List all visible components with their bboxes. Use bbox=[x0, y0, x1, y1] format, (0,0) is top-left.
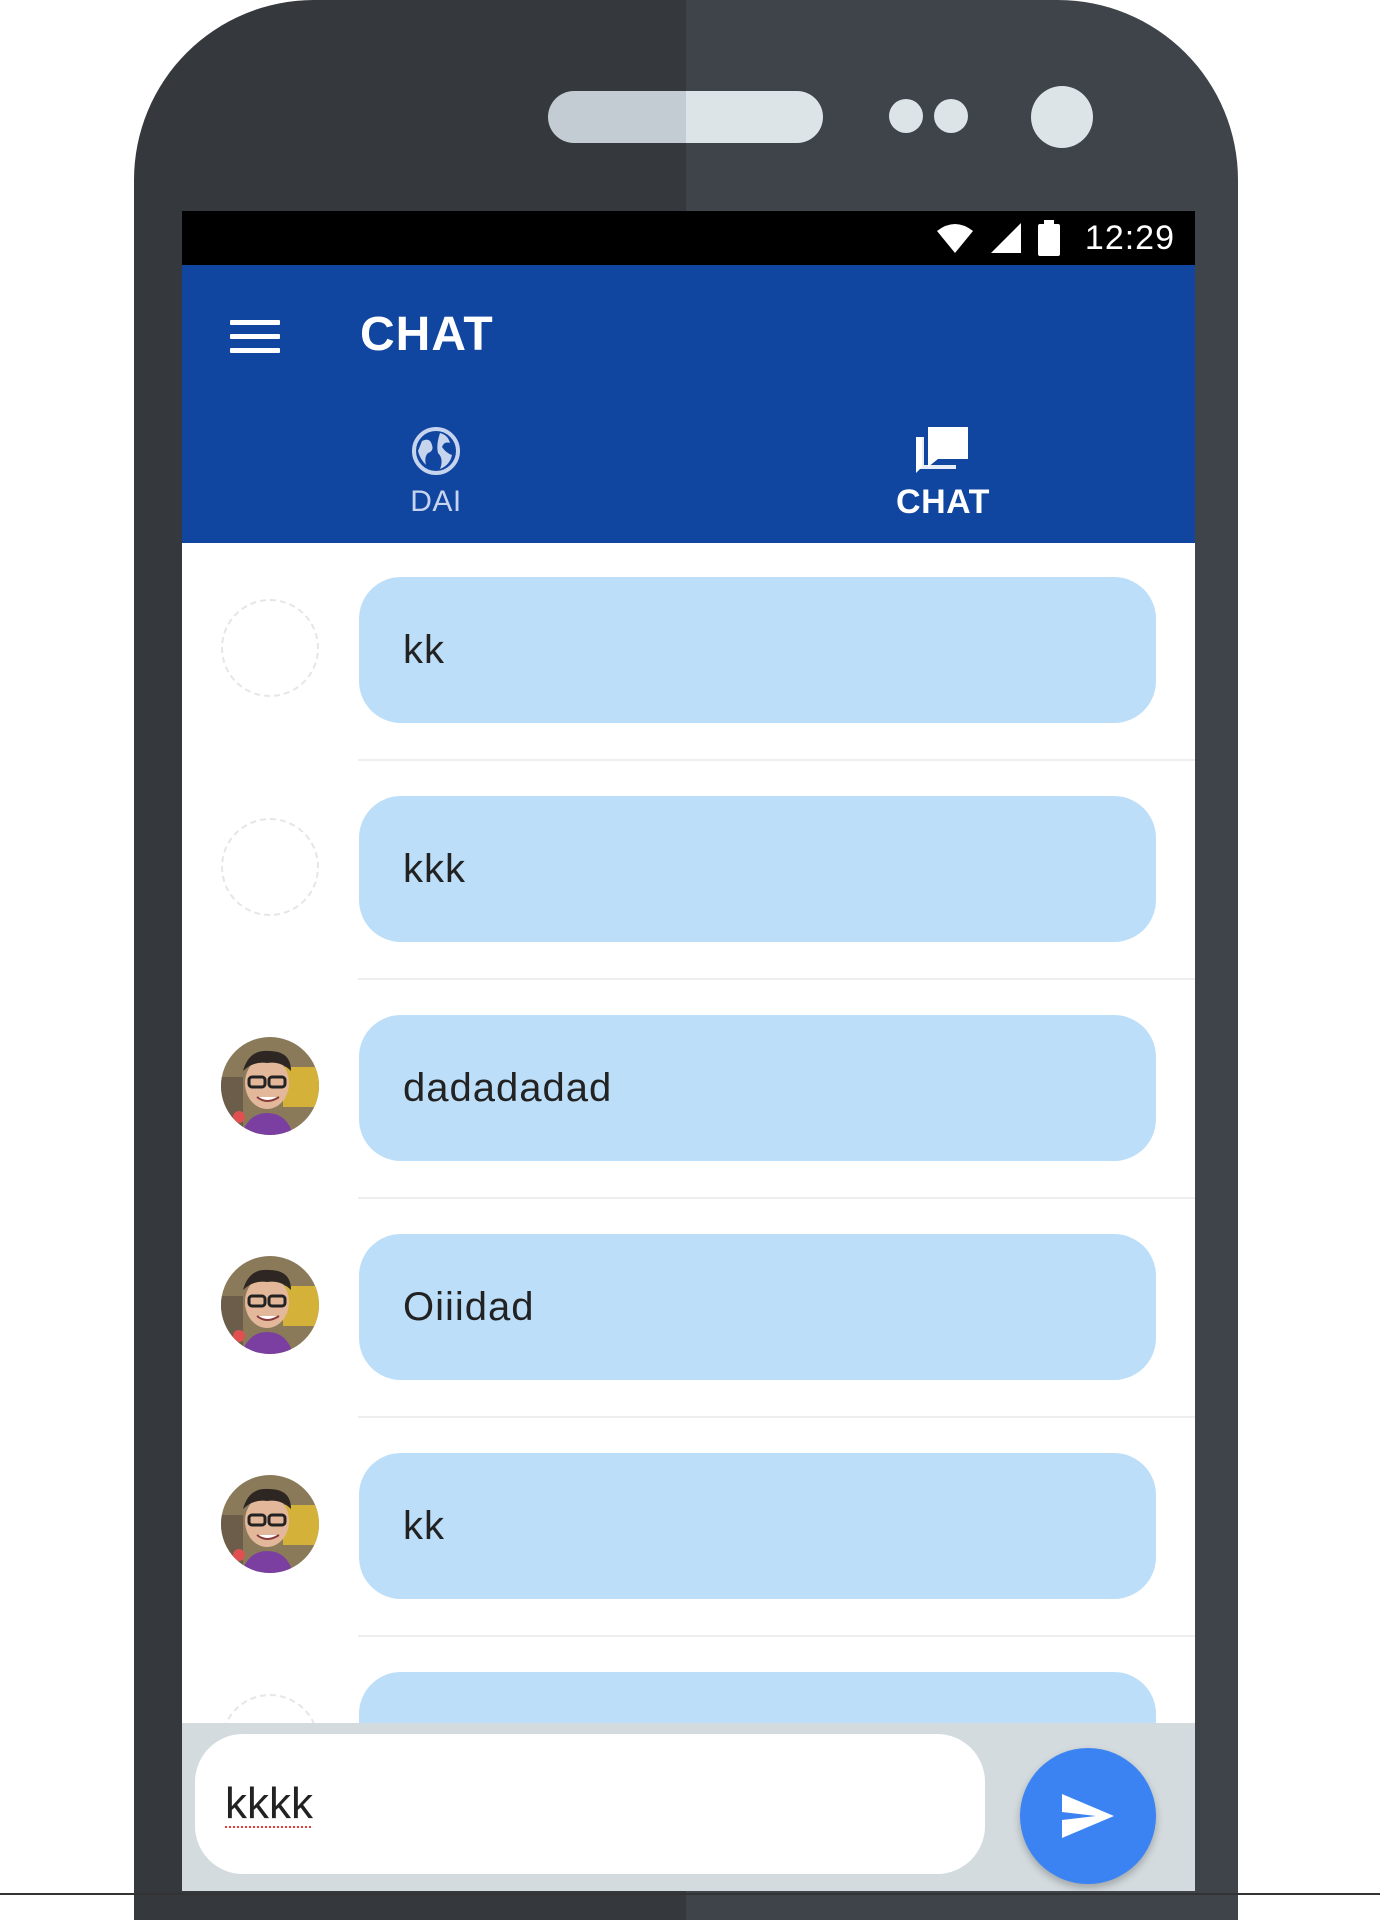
send-icon bbox=[1062, 1794, 1114, 1838]
message-bubble[interactable] bbox=[359, 1672, 1156, 1723]
app-screen: 12:29 CHAT DAI CHAT kk kkk dadadadad Oii… bbox=[182, 211, 1195, 1891]
message-input[interactable] bbox=[195, 1734, 985, 1874]
divider bbox=[358, 1635, 1195, 1637]
message-composer bbox=[182, 1723, 1195, 1891]
signal-icon bbox=[990, 223, 1021, 253]
list-item: kkk bbox=[182, 762, 1195, 980]
app-bar: CHAT DAI CHAT bbox=[182, 265, 1195, 543]
list-item: kk bbox=[182, 1419, 1195, 1637]
page-title: CHAT bbox=[360, 308, 494, 361]
tab-dai-label: DAI bbox=[410, 485, 462, 518]
list-item: kk bbox=[182, 543, 1195, 761]
message-bubble[interactable]: kk bbox=[359, 577, 1156, 723]
message-bubble[interactable]: Oiiidad bbox=[359, 1234, 1156, 1380]
hamburger-menu-icon[interactable] bbox=[230, 320, 280, 360]
status-time: 12:29 bbox=[1084, 218, 1175, 257]
list-item: Oiiidad bbox=[182, 1200, 1195, 1418]
phone-sensor bbox=[934, 99, 968, 133]
list-item bbox=[182, 1638, 1195, 1723]
divider bbox=[358, 978, 1195, 980]
avatar bbox=[221, 1256, 319, 1354]
baseline bbox=[0, 1893, 1380, 1895]
divider bbox=[358, 759, 1195, 761]
avatar bbox=[221, 599, 319, 697]
avatar bbox=[221, 1037, 319, 1135]
phone-sensor bbox=[889, 99, 923, 133]
divider bbox=[358, 1197, 1195, 1199]
message-bubble[interactable]: kk bbox=[359, 1453, 1156, 1599]
tab-chat-label: CHAT bbox=[896, 483, 990, 521]
tab-chat[interactable]: CHAT bbox=[813, 425, 1073, 535]
list-item: dadadadad bbox=[182, 981, 1195, 1199]
message-list[interactable]: kk kkk dadadadad Oiiidad kk bbox=[182, 543, 1195, 1723]
battery-icon bbox=[1037, 220, 1060, 256]
divider bbox=[358, 1416, 1195, 1418]
avatar bbox=[221, 1475, 319, 1573]
avatar bbox=[221, 1694, 319, 1723]
wifi-icon bbox=[936, 224, 973, 253]
avatar bbox=[221, 818, 319, 916]
status-bar: 12:29 bbox=[182, 211, 1195, 265]
phone-camera bbox=[1031, 86, 1093, 148]
tab-dai[interactable]: DAI bbox=[306, 425, 566, 535]
message-bubble[interactable]: kkk bbox=[359, 796, 1156, 942]
send-button[interactable] bbox=[1020, 1748, 1156, 1884]
globe-icon bbox=[412, 427, 460, 475]
phone-speaker bbox=[548, 91, 823, 143]
message-bubble[interactable]: dadadadad bbox=[359, 1015, 1156, 1161]
chat-bubbles-icon bbox=[916, 427, 968, 473]
